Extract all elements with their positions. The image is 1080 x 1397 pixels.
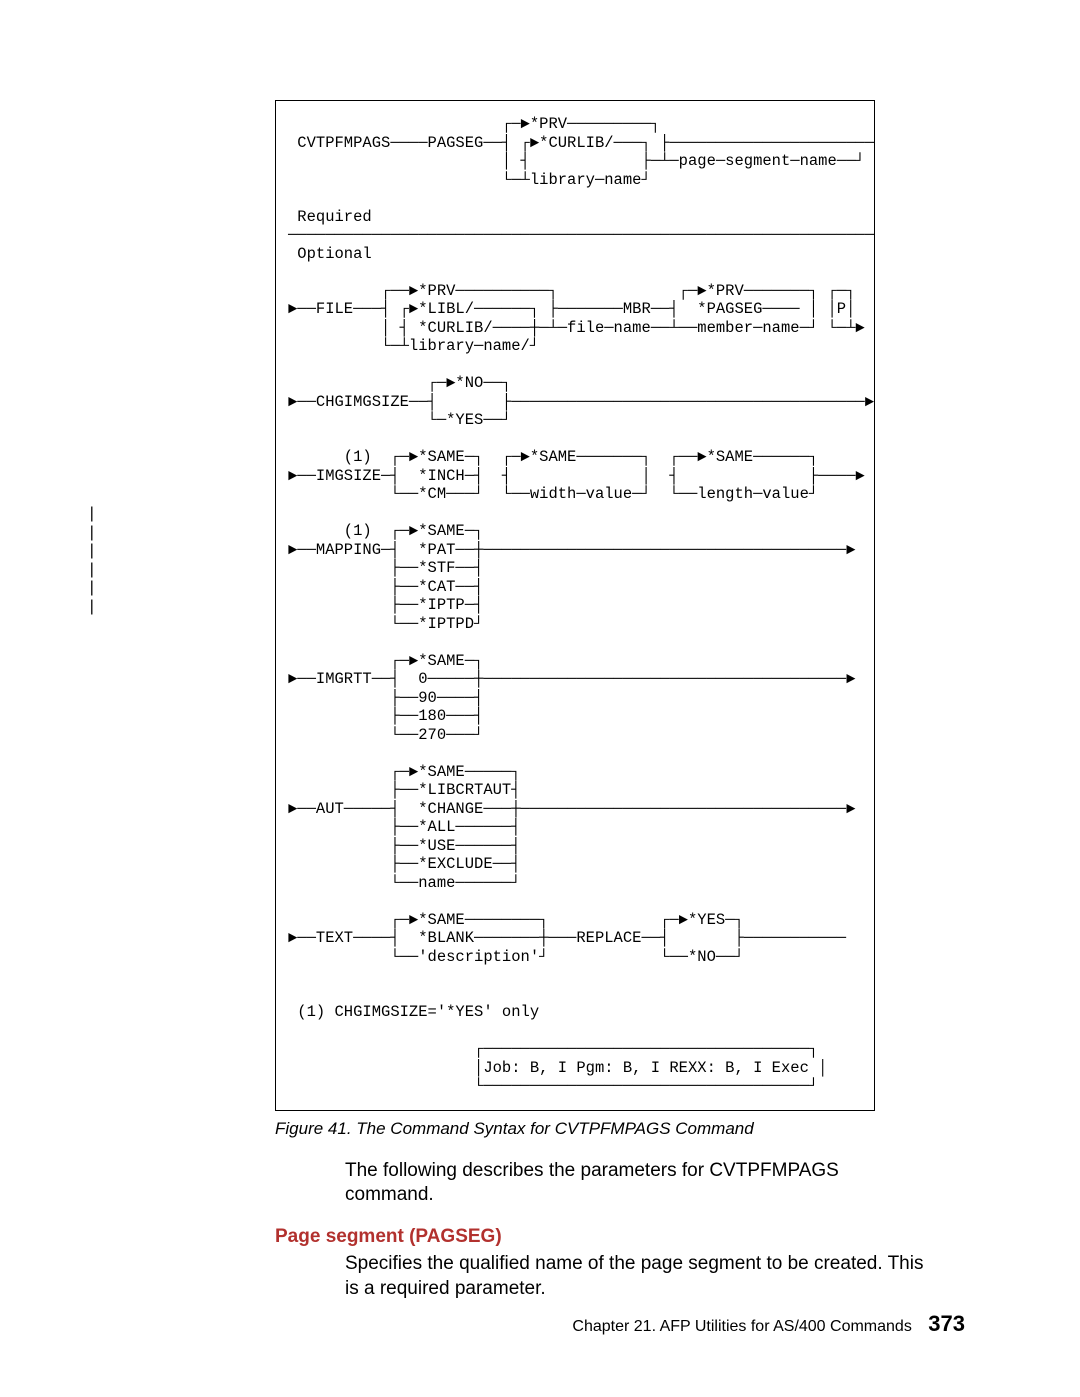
footer-chapter-text: Chapter 21. AFP Utilities for AS/400 Com… xyxy=(572,1318,911,1335)
page-footer: Chapter 21. AFP Utilities for AS/400 Com… xyxy=(572,1311,965,1337)
footer-page-number: 373 xyxy=(928,1311,965,1336)
intro-paragraph: The following describes the parameters f… xyxy=(345,1159,930,1208)
figure-caption: Figure 41. The Command Syntax for CVTPFM… xyxy=(275,1119,980,1139)
figure-caption-text: The Command Syntax for CVTPFMPAGS Comman… xyxy=(356,1119,753,1138)
page-container: | | | | | | ┌─►*PRV─────────┐ CVTPFMPAGS… xyxy=(0,0,1080,1397)
change-bar-column: | | | | | | xyxy=(87,505,97,616)
pagseg-description: Specifies the qualified name of the page… xyxy=(345,1252,930,1301)
syntax-diagram: ┌─►*PRV─────────┐ CVTPFMPAGS────PAGSEG──… xyxy=(275,100,875,1111)
heading-page-segment: Page segment (PAGSEG) xyxy=(275,1226,980,1248)
figure-number: Figure 41. xyxy=(275,1119,352,1138)
